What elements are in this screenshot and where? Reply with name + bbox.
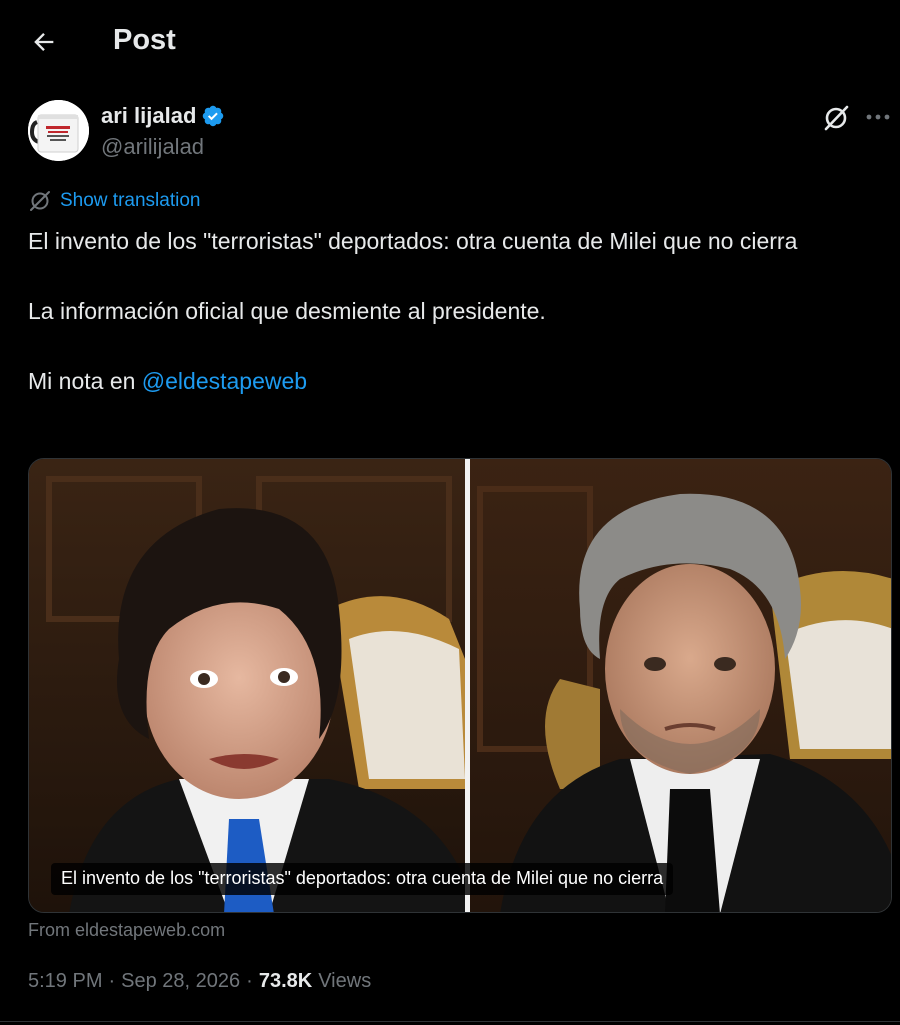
post-meta: 5:19 PM · Sep 28, 2026 · 73.8K Views [28,970,371,993]
display-name[interactable]: ari lijalad [101,103,196,129]
divider-line [0,1021,900,1022]
more-horizontal-icon[interactable] [864,104,894,130]
handle[interactable]: @arilijalad [101,134,225,160]
views-label: Views [318,970,372,992]
arrow-left-icon[interactable] [30,28,58,56]
show-translation-label: Show translation [60,190,201,211]
post-author: ari lijalad @arilijalad [28,100,225,161]
page-title: Post [113,24,176,56]
translate-icon [30,191,50,211]
left-photo [29,459,465,912]
mention-link[interactable]: @eldestapeweb [142,368,307,394]
post-text: El invento de los "terroristas" deportad… [28,224,878,399]
link-card[interactable]: El invento de los "terroristas" deportad… [28,458,892,913]
post-paragraph: El invento de los "terroristas" deportad… [28,228,798,254]
mug-avatar-image [28,100,89,161]
meta-separator: · [246,970,253,992]
right-photo [470,459,891,912]
post-time[interactable]: 5:19 PM [28,970,102,993]
avatar[interactable] [28,100,89,161]
post-paragraph: Mi nota en @eldestapeweb [28,364,878,399]
card-title-overlay: El invento de los "terroristas" deportad… [51,863,674,895]
show-translation-link[interactable]: Show translation [28,189,200,213]
verified-badge-icon[interactable] [201,104,225,128]
card-source[interactable]: From eldestapeweb.com [28,920,225,941]
views-count[interactable]: 73.8K [259,970,312,993]
grok-icon[interactable] [822,104,852,132]
post-paragraph-prefix: Mi nota en [28,368,142,394]
meta-separator: · [108,970,116,992]
author-names: ari lijalad @arilijalad [101,103,225,161]
top-bar: Post [0,0,900,84]
post-date[interactable]: Sep 28, 2026 [121,970,240,993]
post-paragraph: La información oficial que desmiente al … [28,298,546,324]
